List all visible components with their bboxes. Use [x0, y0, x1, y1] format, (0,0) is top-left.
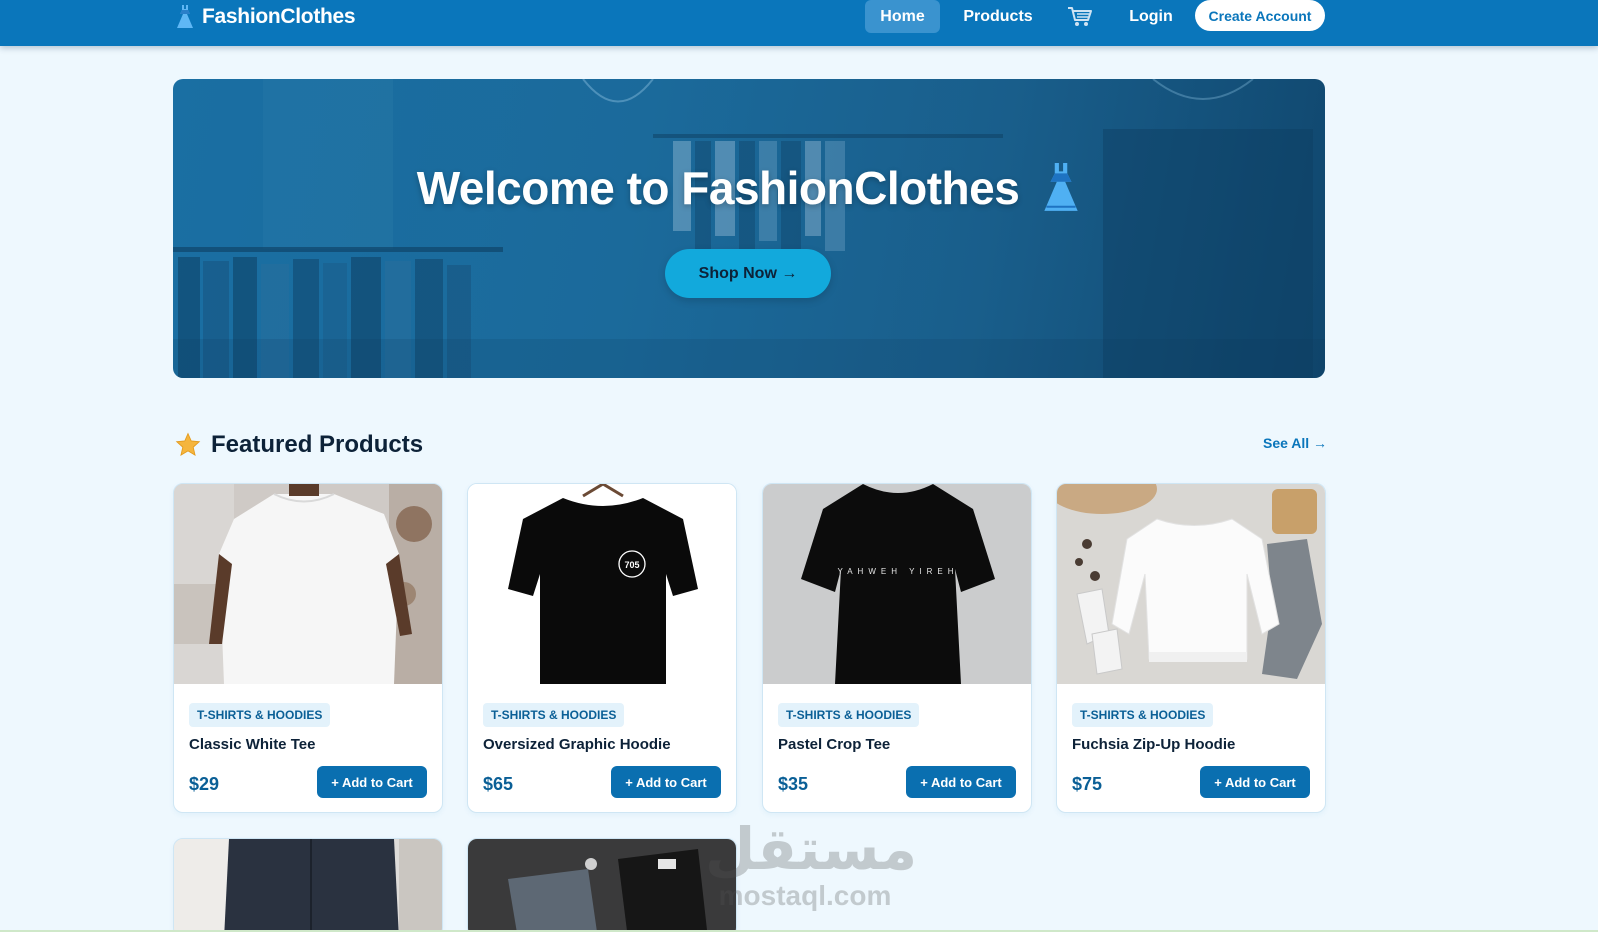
dress-icon: [177, 5, 193, 28]
product-image-white-tee[interactable]: [174, 484, 442, 684]
flatlay-photo: [468, 839, 736, 932]
create-account-button[interactable]: Create Account: [1195, 0, 1325, 31]
black-tee-photo: 705: [468, 484, 736, 684]
hero-heading: Welcome to FashionClothes: [173, 161, 1325, 215]
top-navbar: FashionClothes Home Products Login Creat…: [0, 0, 1598, 46]
product-price: $35: [778, 774, 809, 794]
product-name[interactable]: Fuchsia Zip-Up Hoodie: [1072, 736, 1235, 753]
add-to-cart-button[interactable]: + Add to Cart: [611, 766, 721, 798]
shop-now-button[interactable]: Shop Now →: [665, 249, 831, 298]
featured-products-title: Featured Products: [211, 431, 424, 458]
product-card[interactable]: [173, 838, 443, 932]
product-name[interactable]: Oversized Graphic Hoodie: [483, 736, 671, 753]
product-card[interactable]: [467, 838, 737, 932]
product-image-shorts[interactable]: [174, 839, 442, 932]
white-tee-photo: [174, 484, 442, 684]
product-category-badge: T-SHIRTS & HOODIES: [483, 703, 625, 727]
product-category-badge: T-SHIRTS & HOODIES: [778, 703, 920, 727]
product-category-badge: T-SHIRTS & HOODIES: [1072, 703, 1214, 727]
product-category-badge: T-SHIRTS & HOODIES: [189, 703, 331, 727]
nav-products-link[interactable]: Products: [958, 0, 1038, 33]
add-to-cart-button[interactable]: + Add to Cart: [317, 766, 427, 798]
hero-title-text: Welcome to FashionClothes: [416, 162, 1020, 214]
cart-icon-glyph: [1068, 6, 1092, 26]
nav-home-link[interactable]: Home: [865, 0, 940, 33]
product-image-pastel-crop-tee[interactable]: YAHWEH YIREH: [763, 484, 1031, 684]
tee-print-text: YAHWEH YIREH: [837, 567, 958, 576]
product-name[interactable]: Classic White Tee: [189, 736, 315, 753]
tee-badge-text: 705: [624, 560, 639, 570]
product-card[interactable]: T-SHIRTS & HOODIES Classic White Tee $29…: [173, 483, 443, 813]
product-card[interactable]: 705 T-SHIRTS & HOODIES Oversized Graphic…: [467, 483, 737, 813]
product-price: $75: [1072, 774, 1103, 794]
product-card[interactable]: YAHWEH YIREH T-SHIRTS & HOODIES Pastel C…: [762, 483, 1032, 813]
brand-name: FashionClothes: [202, 5, 356, 28]
product-image-graphic-hoodie[interactable]: 705: [468, 484, 736, 684]
product-price: $29: [189, 774, 220, 794]
product-price: $65: [483, 774, 514, 794]
product-name[interactable]: Pastel Crop Tee: [778, 736, 890, 753]
white-sweater-photo: [1057, 484, 1325, 684]
hero-background-image: [173, 79, 1325, 378]
hero-banner: Welcome to FashionClothes Shop Now →: [173, 79, 1325, 378]
product-image-zip-up-hoodie[interactable]: [1057, 484, 1325, 684]
nav-login-link[interactable]: Login: [1122, 0, 1180, 33]
see-all-link[interactable]: See All →: [1263, 435, 1327, 451]
featured-products-header: Featured Products: [175, 427, 423, 463]
add-to-cart-button[interactable]: + Add to Cart: [1200, 766, 1310, 798]
shorts-photo: [174, 839, 442, 932]
brand-logo[interactable]: FashionClothes: [176, 3, 356, 31]
product-card[interactable]: T-SHIRTS & HOODIES Fuchsia Zip-Up Hoodie…: [1056, 483, 1326, 813]
cart-icon[interactable]: [1064, 0, 1096, 33]
star-icon: [175, 432, 201, 456]
add-to-cart-button[interactable]: + Add to Cart: [906, 766, 1016, 798]
yahweh-tee-photo: YAHWEH YIREH: [763, 484, 1031, 684]
product-image-flatlay[interactable]: [468, 839, 736, 932]
dress-icon: [1044, 163, 1078, 211]
